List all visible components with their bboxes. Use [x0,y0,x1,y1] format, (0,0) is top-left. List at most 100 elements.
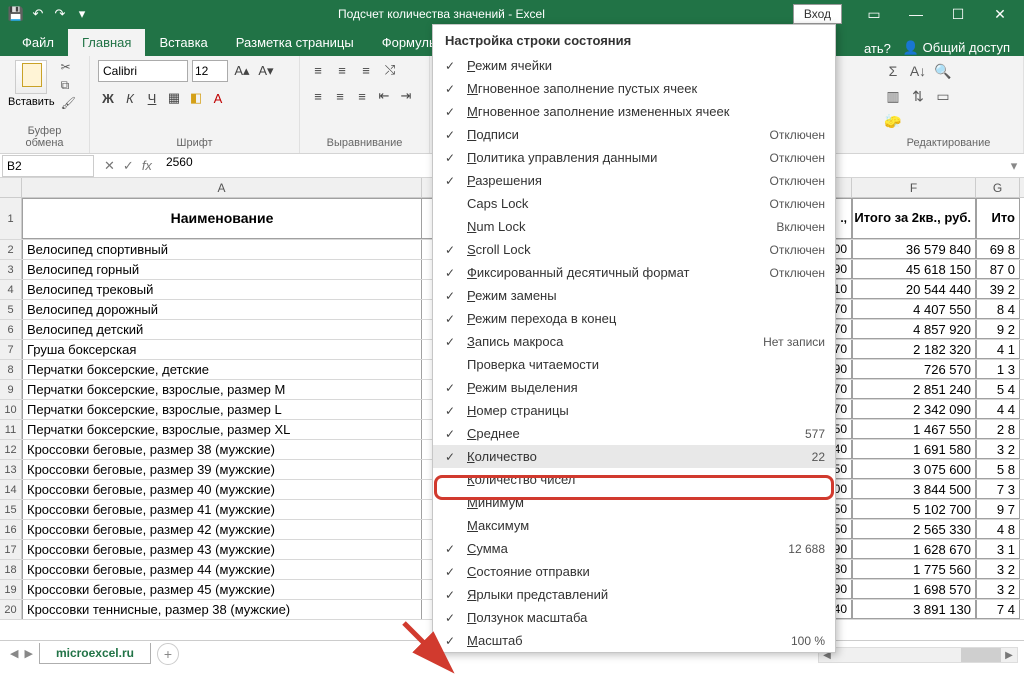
cell-name[interactable]: Перчатки боксерские, детские [22,360,422,379]
tab-page-layout[interactable]: Разметка страницы [222,29,368,56]
select-icon[interactable]: ▭ [932,85,954,107]
redo-icon[interactable]: ↷ [52,6,68,22]
status-option[interactable]: ✓Политика управления даннымиОтключен [433,146,835,169]
col-header-f[interactable]: F [852,178,976,197]
add-sheet-button[interactable]: + [157,643,179,665]
cell-total-q2[interactable]: 1 775 560 [852,560,976,579]
cut-icon[interactable]: ✂ [61,60,77,74]
cell-total-cut[interactable]: 7 4 [976,600,1020,619]
cell-total-cut[interactable]: 4 1 [976,340,1020,359]
header-cell-g[interactable]: Ито [976,198,1020,239]
cell-total-q2[interactable]: 20 544 440 [852,280,976,299]
status-option[interactable]: ✓Сумма12 688 [433,537,835,560]
cell-total-q2[interactable]: 2 565 330 [852,520,976,539]
cell-total-cut[interactable]: 3 2 [976,560,1020,579]
row-header[interactable]: 2 [0,240,22,259]
cell-total-q2[interactable]: 1 628 670 [852,540,976,559]
cell-name[interactable]: Велосипед дорожный [22,300,422,319]
sheet-tab-active[interactable]: microexcel.ru [39,643,151,664]
sort-asc-icon[interactable]: A↓ [907,60,929,82]
row-header[interactable]: 4 [0,280,22,299]
decrease-indent-icon[interactable]: ⇤ [374,86,394,106]
col-header-g[interactable]: G [976,178,1020,197]
cell-total-q2[interactable]: 726 570 [852,360,976,379]
header-cell-f[interactable]: Итого за 2кв., руб. [852,198,976,239]
cell-total-q2[interactable]: 36 579 840 [852,240,976,259]
minimize-icon[interactable]: ― [896,0,936,28]
row-header[interactable]: 19 [0,580,22,599]
cell-total-cut[interactable]: 3 2 [976,440,1020,459]
status-option[interactable]: Количество чисел [433,468,835,491]
copy-icon[interactable]: ⧉ [61,78,77,92]
select-all-corner[interactable] [0,178,22,197]
font-size-combo[interactable]: 12 [192,60,228,82]
bold-icon[interactable]: Ж [98,88,118,108]
cell-total-cut[interactable]: 87 0 [976,260,1020,279]
status-option[interactable]: ✓Масштаб100 % [433,629,835,652]
increase-indent-icon[interactable]: ⇥ [396,86,416,106]
col-header-a[interactable]: A [22,178,422,197]
status-option[interactable]: ✓Состояние отправки [433,560,835,583]
status-option[interactable]: ✓Ползунок масштаба [433,606,835,629]
tab-insert[interactable]: Вставка [145,29,221,56]
cell-total-cut[interactable]: 8 4 [976,300,1020,319]
cell-total-q2[interactable]: 3 075 600 [852,460,976,479]
cell-name[interactable]: Кроссовки беговые, размер 44 (мужские) [22,560,422,579]
status-option[interactable]: ✓РазрешенияОтключен [433,169,835,192]
row-header[interactable]: 13 [0,460,22,479]
enter-formula-icon[interactable]: ✓ [123,158,134,174]
row-header[interactable]: 18 [0,560,22,579]
row-header[interactable]: 16 [0,520,22,539]
cell-total-q2[interactable]: 5 102 700 [852,500,976,519]
row-header[interactable]: 17 [0,540,22,559]
clear-icon[interactable]: 🧽 [882,110,904,132]
row-header[interactable]: 15 [0,500,22,519]
cell-total-cut[interactable]: 9 7 [976,500,1020,519]
fx-icon[interactable]: fx [142,158,152,173]
status-option[interactable]: ✓Мгновенное заполнение пустых ячеек [433,77,835,100]
format-painter-icon[interactable]: 🖌 [61,96,77,110]
status-option[interactable]: Минимум [433,491,835,514]
font-name-combo[interactable]: Calibri [98,60,188,82]
cell-total-cut[interactable]: 7 3 [976,480,1020,499]
status-option[interactable]: Caps LockОтключен [433,192,835,215]
row-header[interactable]: 20 [0,600,22,619]
italic-icon[interactable]: К [120,88,140,108]
tab-home[interactable]: Главная [68,29,145,56]
cell-total-cut[interactable]: 5 4 [976,380,1020,399]
cell-name[interactable]: Кроссовки теннисные, размер 38 (мужские) [22,600,422,619]
cell-total-q2[interactable]: 45 618 150 [852,260,976,279]
font-color-icon[interactable]: A [208,88,228,108]
undo-icon[interactable]: ↶ [30,6,46,22]
login-button[interactable]: Вход [793,4,842,24]
cell-name[interactable]: Велосипед детский [22,320,422,339]
autosum-icon[interactable]: Σ [882,60,904,82]
cell-name[interactable]: Велосипед трековый [22,280,422,299]
align-top-icon[interactable]: ≡ [308,60,328,80]
cell-name[interactable]: Кроссовки беговые, размер 42 (мужские) [22,520,422,539]
align-bottom-icon[interactable]: ≡ [356,60,376,80]
fill-icon[interactable]: ▥ [882,85,904,107]
horizontal-scrollbar[interactable]: ◀▶ [818,647,1018,663]
row-header[interactable]: 7 [0,340,22,359]
status-option[interactable]: Проверка читаемости [433,353,835,376]
cell-total-cut[interactable]: 9 2 [976,320,1020,339]
status-option[interactable]: ✓ПодписиОтключен [433,123,835,146]
cell-name[interactable]: Перчатки боксерские, взрослые, размер L [22,400,422,419]
cell-total-cut[interactable]: 69 8 [976,240,1020,259]
cell-total-cut[interactable]: 1 3 [976,360,1020,379]
cell-total-q2[interactable]: 1 691 580 [852,440,976,459]
tab-file[interactable]: Файл [8,29,68,56]
cell-total-cut[interactable]: 3 1 [976,540,1020,559]
row-header[interactable]: 8 [0,360,22,379]
align-center-icon[interactable]: ≡ [330,86,350,106]
align-left-icon[interactable]: ≡ [308,86,328,106]
cell-total-q2[interactable]: 1 467 550 [852,420,976,439]
name-box[interactable]: B2 [2,155,94,177]
expand-formula-bar-icon[interactable]: ▾ [1004,158,1024,174]
row-header[interactable]: 11 [0,420,22,439]
orientation-icon[interactable]: ⤭ [380,60,400,80]
fill-color-icon[interactable]: ◧ [186,88,206,108]
status-option[interactable]: ✓Режим замены [433,284,835,307]
cell-name[interactable]: Кроссовки беговые, размер 39 (мужские) [22,460,422,479]
